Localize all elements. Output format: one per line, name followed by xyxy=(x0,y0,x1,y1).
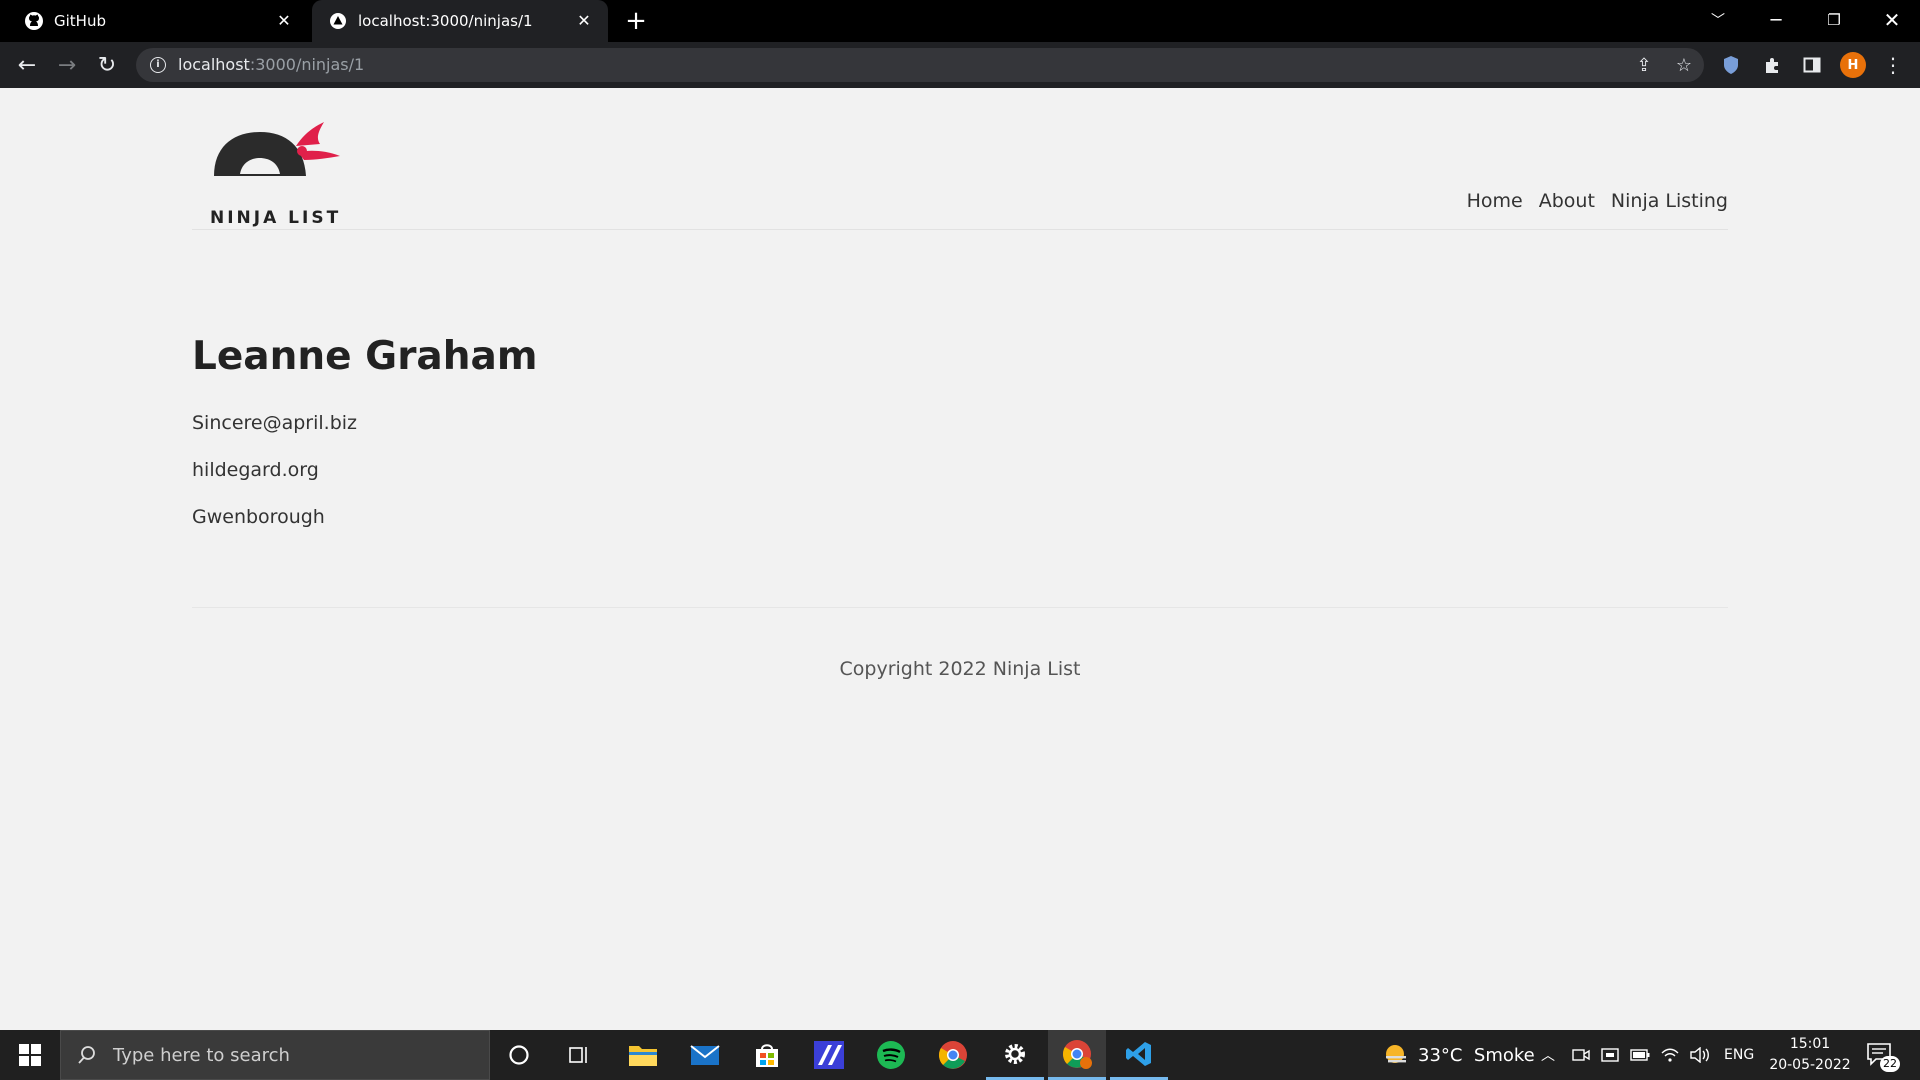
weather-haze-icon xyxy=(1382,1041,1410,1069)
share-icon[interactable]: ⇪ xyxy=(1632,53,1656,77)
github-icon xyxy=(24,11,44,31)
side-panel-icon[interactable] xyxy=(1799,52,1825,78)
meet-now-icon[interactable] xyxy=(1572,1030,1590,1080)
vscode-icon[interactable] xyxy=(1110,1030,1168,1080)
restore-button[interactable]: ❐ xyxy=(1806,0,1862,40)
mail-icon[interactable] xyxy=(676,1030,734,1080)
tab-title: localhost:3000/ninjas/1 xyxy=(358,12,533,30)
url-text: localhost:3000/ninjas/1 xyxy=(178,55,365,74)
ninja-logo[interactable]: NINJA LIST xyxy=(200,116,350,228)
spotify-icon[interactable] xyxy=(862,1030,920,1080)
settings-gear-icon[interactable] xyxy=(986,1030,1044,1080)
taskbar-clock[interactable]: 15:01 20-05-2022 xyxy=(1768,1034,1852,1076)
close-tab-icon[interactable]: ✕ xyxy=(574,11,594,31)
wifi-icon[interactable] xyxy=(1661,1030,1679,1080)
battery-icon[interactable] xyxy=(1630,1030,1650,1080)
tab-title: GitHub xyxy=(54,12,106,30)
minimize-button[interactable]: ─ xyxy=(1748,0,1804,40)
clock-time: 15:01 xyxy=(1789,1036,1831,1052)
cortana-icon[interactable] xyxy=(490,1030,548,1080)
taskbar-search-box[interactable]: Type here to search xyxy=(60,1030,490,1080)
forward-arrow-icon[interactable]: → xyxy=(52,50,82,80)
weather-widget[interactable]: 33°C Smoke xyxy=(1382,1030,1535,1080)
notification-count-badge: 22 xyxy=(1880,1056,1900,1072)
task-view-icon[interactable] xyxy=(550,1030,608,1080)
copyright-text: Copyright 2022 Ninja List xyxy=(839,658,1081,680)
ninja-head-icon xyxy=(214,122,340,176)
nav-link-about[interactable]: About xyxy=(1539,190,1595,212)
windows-taskbar: Type here to search 33°C Smoke ︿ ENG 15:… xyxy=(0,1030,1920,1080)
back-arrow-icon[interactable]: ← xyxy=(12,50,42,80)
chrome-icon[interactable] xyxy=(924,1030,982,1080)
tab-strip: GitHub ✕ localhost:3000/ninjas/1 ✕ + ﹀ ─… xyxy=(0,0,1920,42)
search-placeholder: Type here to search xyxy=(113,1044,290,1066)
new-tab-button[interactable]: + xyxy=(622,7,650,35)
tab-search-chevron-icon[interactable]: ﹀ xyxy=(1690,0,1746,40)
nextjs-triangle-icon xyxy=(328,11,348,31)
nav-link-ninja-listing[interactable]: Ninja Listing xyxy=(1611,190,1728,212)
bookmark-star-icon[interactable]: ☆ xyxy=(1672,53,1696,77)
logo-text: NINJA LIST xyxy=(210,208,342,228)
nav-links: Home About Ninja Listing xyxy=(1467,190,1728,212)
ninja-email: Sincere@april.biz xyxy=(192,412,358,434)
volume-icon[interactable] xyxy=(1690,1030,1710,1080)
weather-text: 33°C Smoke xyxy=(1418,1044,1535,1066)
web-page: NINJA LIST Home About Ninja Listing Lean… xyxy=(0,88,1920,1030)
tab-github[interactable]: GitHub ✕ xyxy=(0,0,308,42)
nav-link-home[interactable]: Home xyxy=(1467,190,1523,212)
clock-date: 20-05-2022 xyxy=(1769,1057,1851,1073)
screen-capture-icon[interactable] xyxy=(1601,1030,1619,1080)
search-icon xyxy=(61,1045,113,1065)
ninja-city: Gwenborough xyxy=(192,506,325,528)
site-navbar: NINJA LIST Home About Ninja Listing xyxy=(192,88,1728,230)
profile-avatar[interactable]: H xyxy=(1840,52,1866,78)
microsoft-store-icon[interactable] xyxy=(738,1030,796,1080)
browser-toolbar: ← → ↻ i localhost:3000/ninjas/1 ⇪ ☆ ⋮ xyxy=(0,42,1920,88)
reload-icon[interactable]: ↻ xyxy=(92,50,122,80)
close-tab-icon[interactable]: ✕ xyxy=(274,11,294,31)
show-hidden-icons-chevron-icon[interactable]: ︿ xyxy=(1541,1030,1555,1080)
powerautomate-app-icon[interactable] xyxy=(800,1030,858,1080)
site-info-icon[interactable]: i xyxy=(150,57,166,73)
notification-center-icon[interactable]: 22 xyxy=(1866,1030,1900,1080)
chrome-profile-icon[interactable] xyxy=(1048,1030,1106,1080)
language-indicator[interactable]: ENG xyxy=(1724,1030,1754,1080)
close-window-button[interactable]: ✕ xyxy=(1864,0,1920,40)
address-bar[interactable]: i localhost:3000/ninjas/1 ⇪ ☆ xyxy=(136,48,1704,82)
shield-extension-icon[interactable] xyxy=(1718,52,1744,78)
ninja-name-heading: Leanne Graham xyxy=(192,334,538,379)
menu-kebab-icon[interactable]: ⋮ xyxy=(1880,52,1906,78)
windows-start-icon[interactable] xyxy=(0,1030,60,1080)
file-explorer-icon[interactable] xyxy=(614,1030,672,1080)
tab-localhost[interactable]: localhost:3000/ninjas/1 ✕ xyxy=(312,0,608,42)
ninja-website: hildegard.org xyxy=(192,459,319,481)
extensions-puzzle-icon[interactable] xyxy=(1759,52,1785,78)
site-footer: Copyright 2022 Ninja List xyxy=(192,607,1728,680)
